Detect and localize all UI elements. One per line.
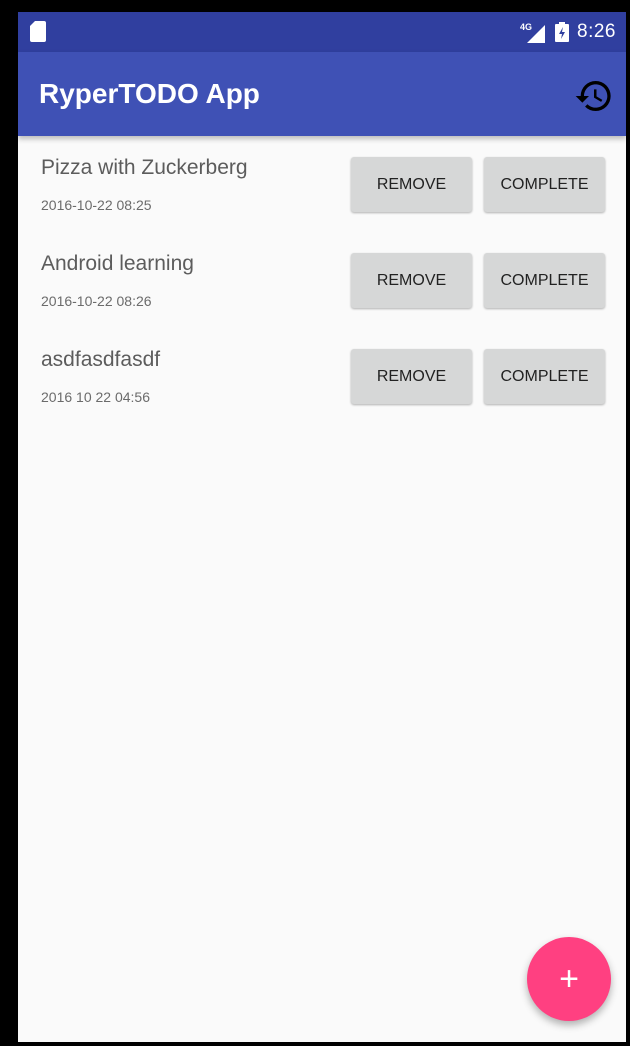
todo-date: 2016-10-22 08:25 [41,197,152,213]
device-frame: 4G 8:26 RyperTODO App Pizza with Zuckerb… [0,0,630,1046]
status-bar: 4G 8:26 [18,12,626,52]
todo-date: 2016 10 22 04:56 [41,389,150,405]
complete-button[interactable]: COMPLETE [484,157,605,212]
add-todo-button[interactable]: + [527,937,611,1021]
todo-title: Pizza with Zuckerberg [41,156,248,179]
remove-button[interactable]: REMOVE [351,349,472,404]
status-time: 8:26 [577,21,616,42]
app-bar: RyperTODO App [18,52,626,136]
complete-button[interactable]: COMPLETE [484,349,605,404]
status-icons: 4G 8:26 [519,12,616,52]
remove-button[interactable]: REMOVE [351,157,472,212]
todo-title: asdfasdfasdf [41,348,161,371]
todo-item: Android learning 2016-10-22 08:26 REMOVE… [18,232,626,328]
remove-button[interactable]: REMOVE [351,253,472,308]
plus-icon: + [559,959,579,998]
todo-list: Pizza with Zuckerberg 2016-10-22 08:25 R… [18,136,626,424]
sd-card-icon [30,21,46,42]
todo-item: asdfasdfasdf 2016 10 22 04:56 REMOVE COM… [18,328,626,424]
app-screen: 4G 8:26 RyperTODO App Pizza with Zuckerb… [18,12,626,1042]
history-button[interactable] [570,72,618,120]
signal-icon: 4G [520,22,546,43]
todo-item: Pizza with Zuckerberg 2016-10-22 08:25 R… [18,136,626,232]
todo-title: Android learning [41,252,194,275]
battery-icon [555,22,570,42]
app-title: RyperTODO App [39,78,260,109]
todo-date: 2016-10-22 08:26 [41,293,152,309]
history-icon [575,81,611,112]
network-label: 4G [520,22,532,32]
complete-button[interactable]: COMPLETE [484,253,605,308]
